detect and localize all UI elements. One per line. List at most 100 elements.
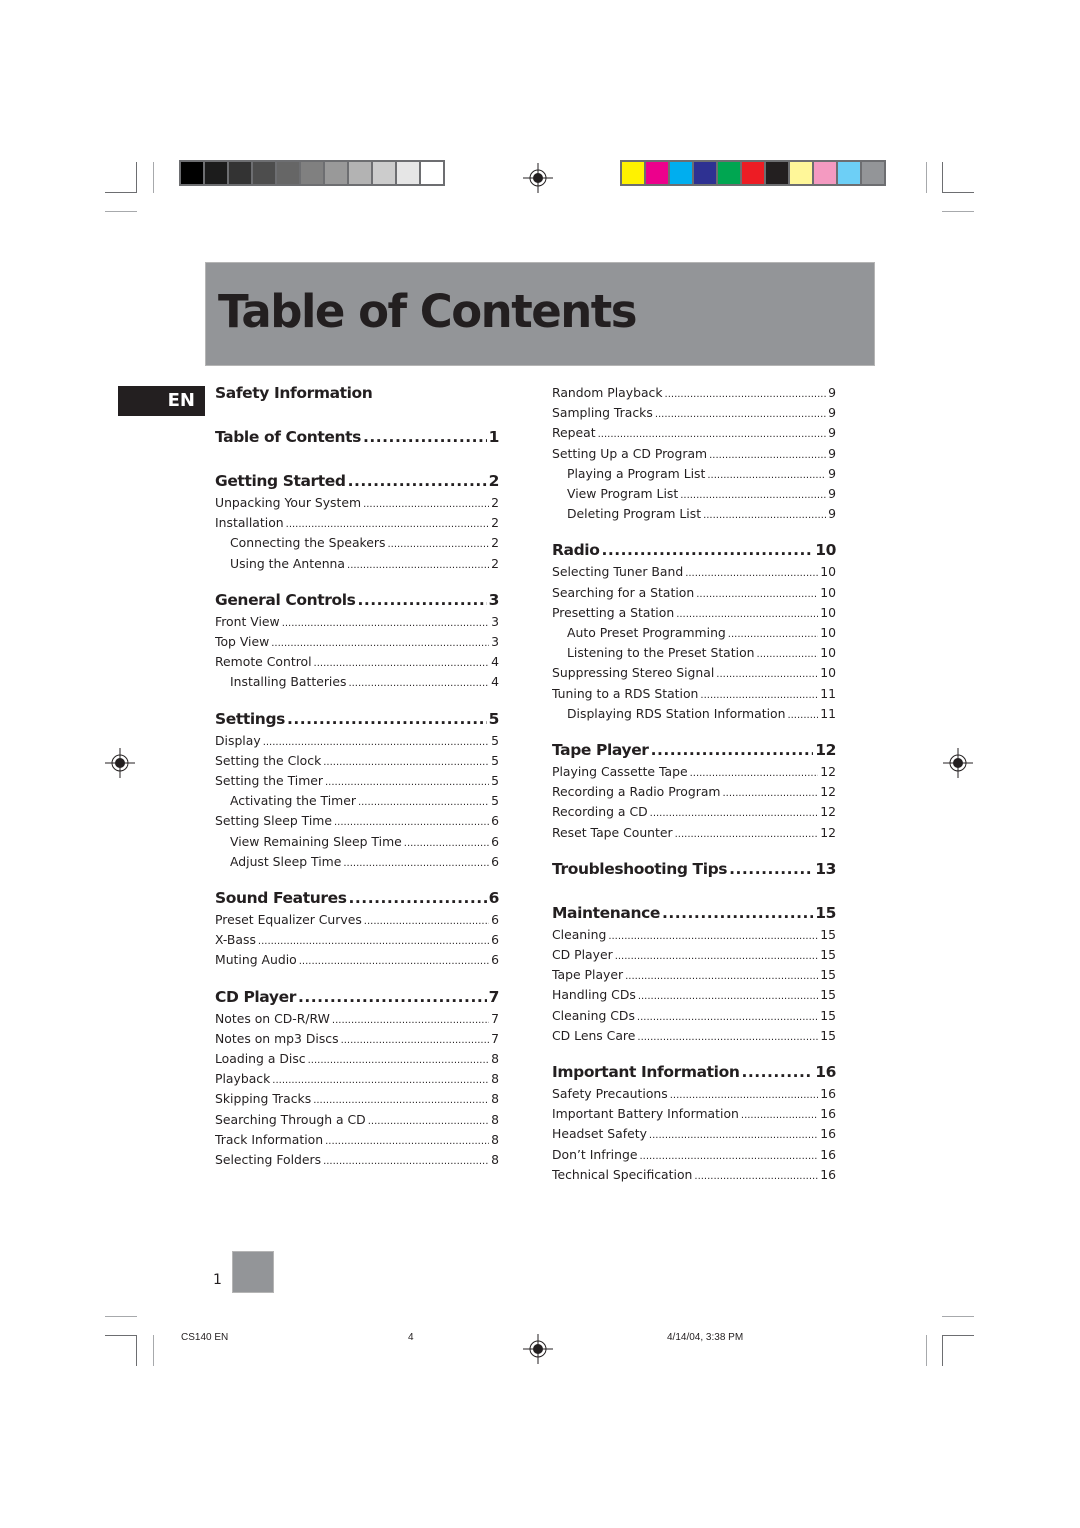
toc-section: Troubleshooting Tips 13 <box>552 860 836 878</box>
toc-entry[interactable]: Display 5 <box>215 732 499 752</box>
toc-entry[interactable]: View Program List 9 <box>552 485 836 505</box>
toc-entry[interactable]: Don’t Infringe 16 <box>552 1146 836 1166</box>
entry-page: 2 <box>491 515 499 531</box>
toc-section-heading[interactable]: Tape Player 12 <box>552 741 836 759</box>
toc-entry[interactable]: Reset Tape Counter 12 <box>552 824 836 844</box>
entry-title: View Program List <box>567 486 679 502</box>
toc-section-heading[interactable]: Troubleshooting Tips 13 <box>552 860 836 878</box>
toc-entry[interactable]: Skipping Tracks 8 <box>215 1090 499 1110</box>
entry-page: 15 <box>820 987 836 1003</box>
toc-section-heading[interactable]: Table of Contents 1 <box>215 428 499 446</box>
toc-section-heading[interactable]: Getting Started 2 <box>215 472 499 490</box>
dot-leader <box>341 1030 490 1050</box>
toc-section-heading[interactable]: Radio 10 <box>552 541 836 559</box>
toc-entry[interactable]: Notes on mp3 Discs 7 <box>215 1030 499 1050</box>
toc-entry[interactable]: Tape Player 15 <box>552 966 836 986</box>
toc-entry[interactable]: Important Battery Information 16 <box>552 1105 836 1125</box>
toc-entry[interactable]: Deleting Program List 9 <box>552 505 836 525</box>
entry-title: Recording a CD <box>552 804 648 820</box>
toc-entry[interactable]: Sampling Tracks 9 <box>552 404 836 424</box>
entry-page: 9 <box>828 486 836 502</box>
toc-entry[interactable]: Notes on CD-R/RW 7 <box>215 1010 499 1030</box>
toc-entry[interactable]: Tuning to a RDS Station 11 <box>552 685 836 705</box>
toc-entry[interactable]: Random Playback 9 <box>552 384 836 404</box>
toc-entry[interactable]: Recording a CD 12 <box>552 803 836 823</box>
slug-file-name: CS140 EN <box>181 1332 229 1343</box>
toc-entry[interactable]: Muting Audio 6 <box>215 951 499 971</box>
dot-leader <box>638 986 818 1006</box>
toc-entry[interactable]: Searching Through a CD 8 <box>215 1111 499 1131</box>
toc-entry[interactable]: Auto Preset Programming 10 <box>552 624 836 644</box>
toc-entry[interactable]: Using the Antenna 2 <box>215 555 499 575</box>
toc-entry[interactable]: Searching for a Station 10 <box>552 584 836 604</box>
toc-entry[interactable]: Adjust Sleep Time 6 <box>215 853 499 873</box>
toc-entry[interactable]: Loading a Disc 8 <box>215 1050 499 1070</box>
toc-entry[interactable]: Setting Up a CD Program 9 <box>552 445 836 465</box>
toc-entry[interactable]: Remote Control 4 <box>215 653 499 673</box>
toc-right-column: Random Playback9Sampling Tracks9Repeat9S… <box>552 384 836 1202</box>
dot-leader <box>676 604 818 624</box>
toc-entry[interactable]: Cleaning 15 <box>552 926 836 946</box>
color-swatch <box>397 162 419 184</box>
entry-page: 12 <box>820 784 836 800</box>
toc-entry[interactable]: X-Bass 6 <box>215 931 499 951</box>
toc-entry[interactable]: Handling CDs 15 <box>552 986 836 1006</box>
toc-entry[interactable]: Setting the Clock 5 <box>215 752 499 772</box>
toc-entry[interactable]: Technical Specification 16 <box>552 1166 836 1186</box>
toc-entry[interactable]: Selecting Tuner Band 10 <box>552 563 836 583</box>
toc-section-heading[interactable]: Safety Information <box>215 384 499 402</box>
toc-entry[interactable]: Safety Precautions 16 <box>552 1085 836 1105</box>
toc-entry[interactable]: Installing Batteries 4 <box>215 673 499 693</box>
entry-title: Don’t Infringe <box>552 1146 638 1162</box>
toc-entry[interactable]: CD Player 15 <box>552 946 836 966</box>
toc-entry[interactable]: Displaying RDS Station Information 11 <box>552 705 836 725</box>
toc-section-heading[interactable]: General Controls 3 <box>215 591 499 609</box>
toc-entry[interactable]: CD Lens Care 15 <box>552 1027 836 1047</box>
entry-page: 11 <box>820 705 836 721</box>
toc-entry[interactable]: Playback 8 <box>215 1070 499 1090</box>
toc-entry[interactable]: Playing a Program List 9 <box>552 465 836 485</box>
toc-entry[interactable]: Listening to the Preset Station 10 <box>552 644 836 664</box>
toc-entry[interactable]: Preset Equalizer Curves 6 <box>215 911 499 931</box>
toc-entry[interactable]: View Remaining Sleep Time 6 <box>215 833 499 853</box>
toc-entry[interactable]: Cleaning CDs 15 <box>552 1007 836 1027</box>
toc-section-heading[interactable]: Important Information 16 <box>552 1063 836 1081</box>
toc-entry[interactable]: Recording a Radio Program 12 <box>552 783 836 803</box>
toc-entry[interactable]: Front View 3 <box>215 613 499 633</box>
toc-section-heading[interactable]: Settings 5 <box>215 710 499 728</box>
toc-section: Safety Information <box>215 384 499 402</box>
toc-entry[interactable]: Activating the Timer 5 <box>215 792 499 812</box>
crop-mark <box>105 1335 137 1336</box>
toc-entry[interactable]: Connecting the Speakers 2 <box>215 534 499 554</box>
entry-title: Using the Antenna <box>230 555 346 571</box>
crop-mark <box>136 1335 137 1366</box>
toc-entry[interactable]: Setting the Timer 5 <box>215 772 499 792</box>
section-title: Safety Information <box>215 384 373 402</box>
dot-leader <box>314 653 490 673</box>
dot-leader <box>272 1070 489 1090</box>
entry-title: Selecting Tuner Band <box>552 564 684 580</box>
toc-entry[interactable]: Unpacking Your System 2 <box>215 494 499 514</box>
dot-leader <box>741 1105 818 1125</box>
section-title: Settings <box>215 709 285 728</box>
dot-leader <box>639 1146 818 1166</box>
toc-entry[interactable]: Repeat 9 <box>552 424 836 444</box>
toc-entry[interactable]: Selecting Folders 8 <box>215 1151 499 1171</box>
toc-section: Getting Started2 Unpacking Your System2In… <box>215 472 499 575</box>
entry-page: 15 <box>820 1027 836 1043</box>
toc-entry[interactable]: Track Information 8 <box>215 1131 499 1151</box>
toc-entry[interactable]: Headset Safety 16 <box>552 1125 836 1145</box>
color-swatch <box>325 162 347 184</box>
toc-left-column: Safety Information Table of Contents 1 Gett… <box>215 384 499 1187</box>
entry-page: 6 <box>491 952 499 968</box>
toc-section-heading[interactable]: Sound Features 6 <box>215 889 499 907</box>
entry-title: Technical Specification <box>552 1166 693 1182</box>
toc-entry[interactable]: Suppressing Stereo Signal 10 <box>552 664 836 684</box>
toc-entry[interactable]: Installation 2 <box>215 514 499 534</box>
toc-entry[interactable]: Presetting a Station 10 <box>552 604 836 624</box>
toc-entry[interactable]: Playing Cassette Tape 12 <box>552 763 836 783</box>
toc-entry[interactable]: Top View 3 <box>215 633 499 653</box>
toc-section-heading[interactable]: CD Player 7 <box>215 988 499 1006</box>
toc-section-heading[interactable]: Maintenance 15 <box>552 904 836 922</box>
toc-entry[interactable]: Setting Sleep Time 6 <box>215 812 499 832</box>
